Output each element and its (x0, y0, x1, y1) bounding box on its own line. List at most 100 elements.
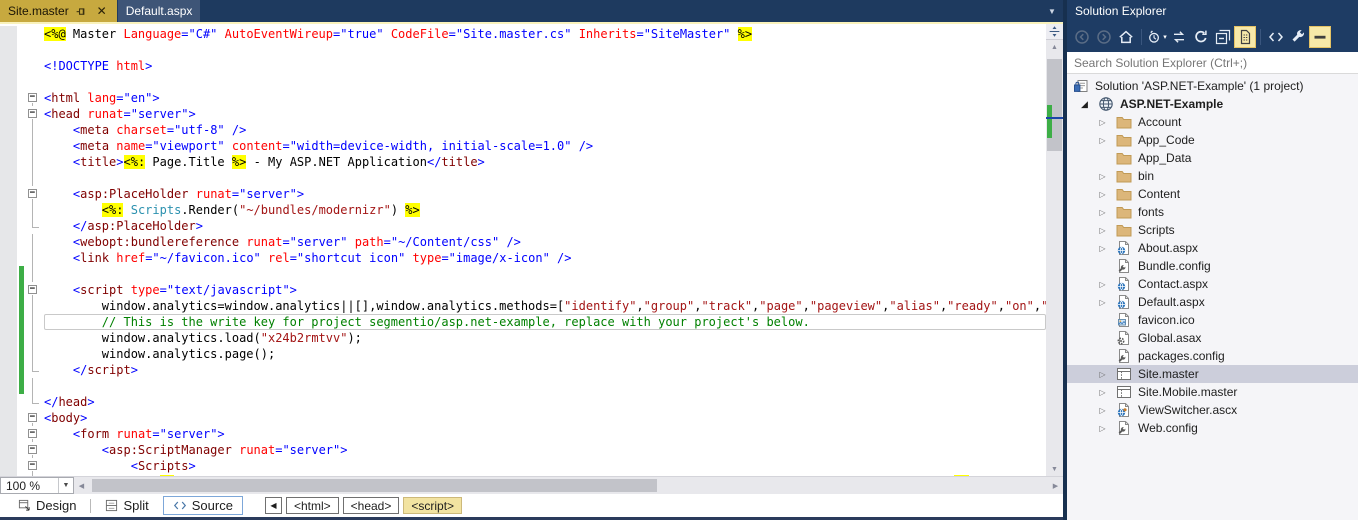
expand-arrow-icon[interactable]: ▷ (1097, 244, 1108, 253)
code-line[interactable]: <%--To learn more about bundling scripts… (0, 474, 1046, 476)
horizontal-scrollbar-thumb[interactable] (92, 479, 657, 492)
tree-item-site-mobile-master[interactable]: ▷Site.Mobile.master (1067, 383, 1358, 401)
outlining-margin[interactable]: − (24, 106, 44, 122)
split-view-button[interactable]: Split (97, 497, 156, 514)
code-line[interactable]: − <script type="text/javascript"> (0, 282, 1046, 298)
code-line[interactable]: − <form runat="server"> (0, 426, 1046, 442)
expand-arrow-icon[interactable]: ▷ (1097, 172, 1108, 181)
expand-arrow-icon[interactable]: ▷ (1097, 118, 1108, 127)
split-window-grip[interactable] (1046, 24, 1063, 40)
preview-selected-items-icon[interactable] (1309, 26, 1331, 48)
tree-item-app-data[interactable]: App_Data (1067, 149, 1358, 167)
scroll-down-arrow[interactable]: ▼ (1046, 462, 1063, 476)
code-line[interactable]: <meta charset="utf-8" /> (0, 122, 1046, 138)
tree-item-packages-config[interactable]: packages.config (1067, 347, 1358, 365)
code-line[interactable]: <title><%: Page.Title %> - My ASP.NET Ap… (0, 154, 1046, 170)
tree-item-favicon-ico[interactable]: favicon.ico (1067, 311, 1358, 329)
tree-item-default-aspx[interactable]: ▷Default.aspx (1067, 293, 1358, 311)
code-line[interactable] (0, 42, 1046, 58)
tab-default-aspx[interactable]: Default.aspx (118, 0, 201, 22)
collapse-icon[interactable]: − (28, 189, 37, 198)
tree-item-global-asax[interactable]: Global.asax (1067, 329, 1358, 347)
close-icon[interactable]: ✕ (95, 4, 109, 18)
code-line[interactable]: // This is the write key for project seg… (0, 314, 1046, 330)
expand-arrow-icon[interactable]: ▷ (1097, 226, 1108, 235)
back-icon[interactable] (1071, 26, 1093, 48)
scrollbar-track[interactable] (1046, 54, 1063, 462)
code-line[interactable] (0, 378, 1046, 394)
breadcrumb-item[interactable]: <head> (343, 497, 400, 514)
collapse-icon[interactable]: − (28, 429, 37, 438)
tab-site-master[interactable]: Site.master ✕ (0, 0, 117, 22)
code-line[interactable]: − <asp:ScriptManager runat="server"> (0, 442, 1046, 458)
tab-list-dropdown-icon[interactable]: ▼ (1041, 0, 1063, 22)
panel-title[interactable]: Solution Explorer (1067, 0, 1358, 22)
code-line[interactable]: </script> (0, 362, 1046, 378)
code-line[interactable]: <%: Scripts.Render("~/bundles/modernizr"… (0, 202, 1046, 218)
scroll-left-arrow[interactable]: ◀ (74, 477, 89, 494)
code-editor[interactable]: <%@ Master Language="C#" AutoEventWireup… (0, 24, 1046, 476)
zoom-level-combo[interactable]: 100 % ▼ (0, 477, 74, 494)
tree-item-fonts[interactable]: ▷fonts (1067, 203, 1358, 221)
sync-with-active-document-icon[interactable] (1168, 26, 1190, 48)
code-line[interactable]: </head> (0, 394, 1046, 410)
outlining-margin[interactable]: − (24, 186, 44, 202)
breadcrumb-item[interactable]: <script> (403, 497, 462, 514)
tree-item-bin[interactable]: ▷bin (1067, 167, 1358, 185)
code-line[interactable]: window.analytics=window.analytics||[],wi… (0, 298, 1046, 314)
code-line[interactable]: −<html lang="en"> (0, 90, 1046, 106)
breadcrumb-back-icon[interactable]: ◀ (265, 497, 282, 514)
design-view-button[interactable]: Design (10, 497, 84, 514)
expand-arrow-icon[interactable]: ▷ (1097, 280, 1108, 289)
code-line[interactable] (0, 266, 1046, 282)
code-line[interactable]: <!DOCTYPE html> (0, 58, 1046, 74)
scroll-right-arrow[interactable]: ▶ (1048, 477, 1063, 494)
scroll-up-arrow[interactable]: ▲ (1046, 40, 1063, 54)
code-line[interactable]: −<body> (0, 410, 1046, 426)
collapse-icon[interactable]: − (28, 445, 37, 454)
horizontal-scrollbar[interactable] (89, 477, 1048, 494)
outlining-margin[interactable]: − (24, 90, 44, 106)
code-line[interactable]: <webopt:bundlereference runat="server" p… (0, 234, 1046, 250)
code-line[interactable]: − <asp:PlaceHolder runat="server"> (0, 186, 1046, 202)
pending-changes-filter-icon[interactable]: ▾ (1146, 26, 1168, 48)
tree-item-app-code[interactable]: ▷App_Code (1067, 131, 1358, 149)
outlining-margin[interactable]: − (24, 426, 44, 442)
expand-arrow-icon[interactable]: ▷ (1097, 208, 1108, 217)
chevron-down-icon[interactable]: ▼ (58, 478, 73, 493)
outlining-margin[interactable]: − (24, 282, 44, 298)
breadcrumb-item[interactable]: <html> (286, 497, 339, 514)
outlining-margin[interactable]: − (24, 410, 44, 426)
tree-item-account[interactable]: ▷Account (1067, 113, 1358, 131)
outlining-margin[interactable]: − (24, 442, 44, 458)
collapse-all-icon[interactable] (1212, 26, 1234, 48)
vertical-scrollbar[interactable]: ▲ ▼ (1046, 24, 1063, 476)
code-line[interactable]: −<head runat="server"> (0, 106, 1046, 122)
code-line[interactable]: </asp:PlaceHolder> (0, 218, 1046, 234)
code-line[interactable]: <link href="~/favicon.ico" rel="shortcut… (0, 250, 1046, 266)
collapse-icon[interactable]: − (28, 461, 37, 470)
tree-item-scripts[interactable]: ▷Scripts (1067, 221, 1358, 239)
tree-item-about-aspx[interactable]: ▷About.aspx (1067, 239, 1358, 257)
tree-item-site-master[interactable]: ▷Site.master (1067, 365, 1358, 383)
refresh-icon[interactable] (1190, 26, 1212, 48)
properties-icon[interactable] (1287, 26, 1309, 48)
source-view-button[interactable]: Source (163, 496, 243, 515)
code-line[interactable] (0, 74, 1046, 90)
collapse-arrow-icon[interactable]: ◢ (1079, 99, 1090, 110)
expand-arrow-icon[interactable]: ▷ (1097, 406, 1108, 415)
pin-icon[interactable] (75, 4, 89, 18)
tree-item-bundle-config[interactable]: Bundle.config (1067, 257, 1358, 275)
collapse-icon[interactable]: − (28, 413, 37, 422)
expand-arrow-icon[interactable]: ▷ (1097, 388, 1108, 397)
view-code-icon[interactable] (1265, 26, 1287, 48)
tree-item-asp-net-example[interactable]: ◢ASP.NET-Example (1067, 95, 1358, 113)
code-line[interactable]: <meta name="viewport" content="width=dev… (0, 138, 1046, 154)
expand-arrow-icon[interactable]: ▷ (1097, 424, 1108, 433)
tree-item-content[interactable]: ▷Content (1067, 185, 1358, 203)
collapse-icon[interactable]: − (28, 285, 37, 294)
code-line[interactable] (0, 170, 1046, 186)
tree-item-solution-asp-net-example-1-project[interactable]: Solution 'ASP.NET-Example' (1 project) (1067, 77, 1358, 95)
expand-arrow-icon[interactable]: ▷ (1097, 190, 1108, 199)
expand-arrow-icon[interactable]: ▷ (1097, 298, 1108, 307)
